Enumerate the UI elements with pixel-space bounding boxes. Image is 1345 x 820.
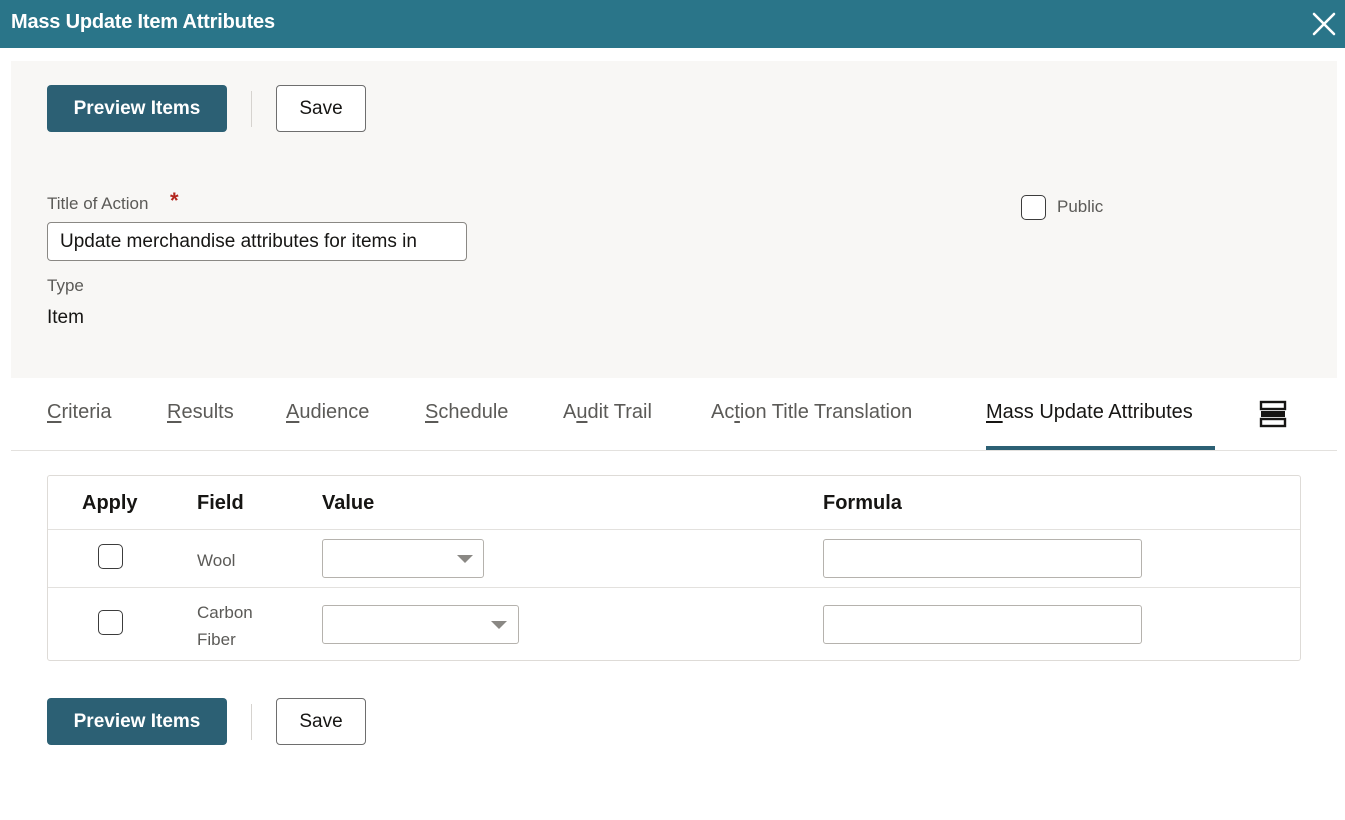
table-header-divider [48, 529, 1300, 530]
column-header-formula: Formula [823, 492, 902, 514]
close-icon[interactable] [1310, 10, 1338, 38]
type-value: Item [47, 307, 84, 328]
tab-action-title-translation[interactable]: Action Title Translation [711, 401, 912, 424]
column-header-value: Value [322, 492, 375, 514]
field-cell-carbon-fiber: Carbon Fiber [197, 599, 253, 653]
public-label: Public [1057, 197, 1104, 216]
title-of-action-label: Title of Action [47, 194, 149, 213]
dialog-title-bar: Mass Update Item Attributes [0, 0, 1345, 48]
save-button[interactable]: Save [276, 85, 366, 132]
tab-schedule[interactable]: Schedule [425, 401, 508, 424]
preview-items-button[interactable]: Preview Items [47, 85, 227, 132]
tab-results[interactable]: Results [167, 401, 234, 424]
formula-input-wool[interactable] [823, 539, 1142, 578]
dialog-title: Mass Update Item Attributes [11, 11, 275, 33]
value-select-wool[interactable] [322, 539, 484, 578]
tab-criteria[interactable]: Criteria [47, 401, 111, 424]
tab-mass-update-attributes[interactable]: Mass Update Attributes [986, 401, 1193, 424]
chevron-down-icon [491, 621, 507, 629]
public-checkbox[interactable] [1021, 195, 1046, 220]
hamburger-menu-icon[interactable] [1259, 400, 1287, 428]
field-cell-carbon-fiber-line1: Carbon [197, 603, 253, 622]
value-select-carbon-fiber[interactable] [322, 605, 519, 644]
tab-audience[interactable]: Audience [286, 401, 369, 424]
preview-items-button-bottom[interactable]: Preview Items [47, 698, 227, 745]
required-marker: * [170, 188, 179, 213]
save-button-bottom[interactable]: Save [276, 698, 366, 745]
formula-input-carbon-fiber[interactable] [823, 605, 1142, 644]
type-label: Type [47, 276, 84, 295]
apply-checkbox-wool[interactable] [98, 544, 123, 569]
field-cell-wool: Wool [197, 551, 236, 570]
toolbar-divider-bottom [251, 704, 252, 740]
field-cell-carbon-fiber-line2: Fiber [197, 630, 236, 649]
tabs-divider [11, 450, 1337, 451]
tab-audit-trail[interactable]: Audit Trail [563, 401, 652, 424]
title-of-action-input[interactable] [47, 222, 467, 261]
toolbar-divider [251, 91, 252, 127]
table-row-divider [48, 587, 1300, 588]
chevron-down-icon [457, 555, 473, 563]
column-header-field: Field [197, 492, 244, 514]
apply-checkbox-carbon-fiber[interactable] [98, 610, 123, 635]
column-header-apply: Apply [82, 492, 138, 514]
